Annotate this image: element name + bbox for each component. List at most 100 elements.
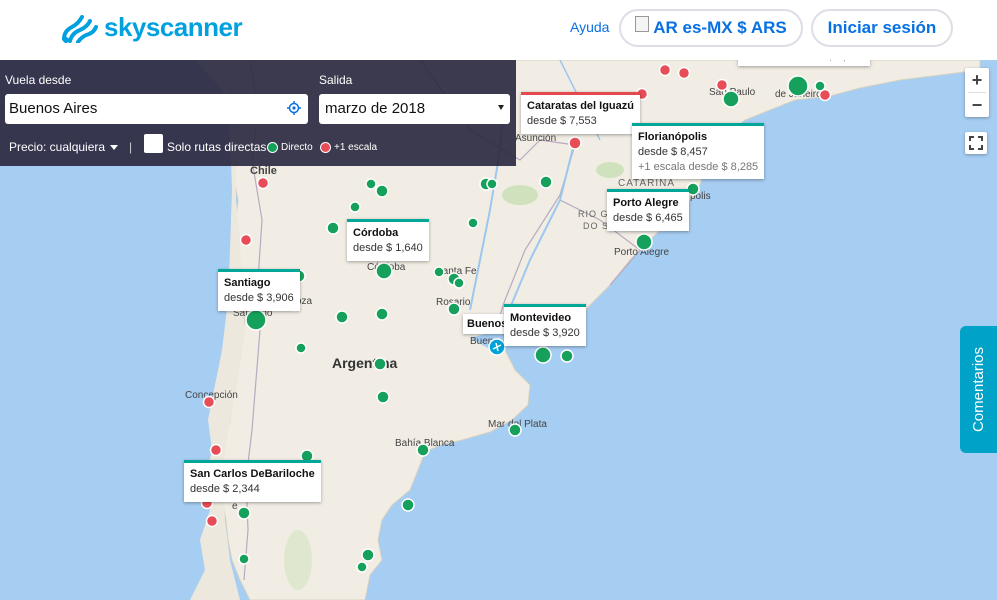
direct-marker bbox=[375, 262, 393, 280]
direct-marker bbox=[534, 346, 552, 364]
direct-marker bbox=[401, 498, 415, 512]
zoom-in-button[interactable]: + bbox=[965, 68, 989, 92]
direct-marker bbox=[560, 349, 574, 363]
stop-marker bbox=[715, 78, 729, 92]
direct-marker bbox=[508, 423, 522, 437]
plane-origin-icon bbox=[488, 338, 506, 356]
dropdown-caret-icon bbox=[498, 105, 504, 110]
legend-direct-dot bbox=[267, 142, 278, 153]
logo-text: skyscanner bbox=[104, 12, 243, 42]
popup-price: desde $ 1,640 bbox=[353, 242, 423, 254]
direct-marker bbox=[635, 233, 653, 251]
direct-marker bbox=[237, 506, 251, 520]
popup-city: Córdoba bbox=[353, 227, 399, 239]
popup-montevideo[interactable]: Montevideo desde $ 3,920 bbox=[504, 304, 586, 346]
popup-city: Florianópolis bbox=[638, 131, 708, 143]
from-value: Buenos Aires bbox=[9, 100, 98, 117]
date-label: Salida bbox=[319, 73, 353, 87]
map-label-chile: Chile bbox=[250, 165, 277, 177]
direct-marker bbox=[375, 307, 389, 321]
popup-porto-alegre[interactable]: Porto Alegre desde $ 6,465 bbox=[607, 189, 689, 231]
legend-stop-dot bbox=[320, 142, 331, 153]
direct-marker bbox=[539, 175, 553, 189]
map-label-catarina: CATARINA bbox=[618, 178, 675, 189]
popup-city: Cataratas del Iguazú bbox=[527, 100, 634, 112]
broken-image-icon bbox=[635, 16, 650, 32]
popup-bariloche[interactable]: San Carlos DeBariloche desde $ 2,344 bbox=[184, 460, 321, 502]
popup-sub: +1 escala desde $ 8,285 bbox=[638, 161, 759, 173]
direct-marker bbox=[361, 548, 375, 562]
popup-iguazu[interactable]: Cataratas del Iguazú desde $ 7,553 bbox=[521, 92, 640, 134]
filter-divider: | bbox=[129, 140, 133, 154]
popup-city: Santiago bbox=[224, 277, 271, 289]
feedback-label: Comentarios bbox=[970, 346, 988, 433]
popup-florianopolis[interactable]: Florianópolis desde $ 8,457 +1 escala de… bbox=[632, 123, 765, 179]
direct-marker bbox=[467, 217, 479, 229]
map-label-asuncion: Asunción bbox=[515, 133, 556, 144]
direct-only-label[interactable]: Solo rutas directas bbox=[167, 140, 266, 154]
direct-marker bbox=[814, 80, 826, 92]
direct-marker bbox=[326, 221, 340, 235]
direct-marker bbox=[787, 75, 809, 97]
locale-button[interactable]: AR es-MX $ ARS bbox=[619, 9, 803, 47]
from-input[interactable]: Buenos Aires bbox=[5, 94, 308, 124]
direct-marker bbox=[486, 178, 498, 190]
legend-stop-label: +1 escala bbox=[334, 142, 378, 153]
legend-direct-label: Directo bbox=[281, 142, 313, 153]
popup-city: Porto Alegre bbox=[613, 197, 679, 209]
stop-marker bbox=[677, 66, 691, 80]
direct-marker bbox=[349, 201, 361, 213]
zoom-out-button[interactable]: − bbox=[965, 93, 989, 117]
direct-marker bbox=[433, 266, 445, 278]
help-link[interactable]: Ayuda bbox=[570, 19, 609, 35]
direct-marker bbox=[722, 90, 740, 108]
login-button[interactable]: Iniciar sesión bbox=[811, 9, 953, 47]
stop-marker bbox=[209, 443, 223, 457]
target-location-icon[interactable] bbox=[287, 101, 301, 115]
popup-price: desde $ 2,344 bbox=[190, 483, 260, 495]
price-filter-label: Precio: cualquiera bbox=[9, 140, 106, 154]
price-filter[interactable]: Precio: cualquiera bbox=[9, 140, 119, 154]
direct-marker bbox=[373, 357, 387, 371]
popup-price: desde $ 6,465 bbox=[613, 212, 683, 224]
stop-marker bbox=[202, 395, 216, 409]
direct-marker bbox=[376, 390, 390, 404]
stop-marker bbox=[239, 233, 253, 247]
popup-price: desde $ 3,920 bbox=[510, 327, 580, 339]
feedback-tab[interactable]: Comentarios bbox=[960, 326, 997, 453]
direct-marker bbox=[453, 277, 465, 289]
date-value: marzo de 2018 bbox=[325, 100, 426, 117]
direct-only-checkbox[interactable] bbox=[144, 134, 163, 153]
popup-price: desde $ 8,457 bbox=[638, 146, 708, 158]
stop-marker bbox=[205, 514, 219, 528]
site-header: skyscanner Ayuda AR es-MX $ ARS Iniciar … bbox=[0, 0, 997, 60]
direct-marker bbox=[447, 302, 461, 316]
direct-marker bbox=[335, 310, 349, 324]
map-label-argentina: Argentina bbox=[332, 355, 398, 371]
popup-cordoba[interactable]: Córdoba desde $ 1,640 bbox=[347, 219, 429, 261]
direct-marker bbox=[686, 182, 700, 196]
zoom-control: + − bbox=[965, 68, 989, 117]
login-label: Iniciar sesión bbox=[827, 18, 937, 37]
stop-marker bbox=[658, 63, 672, 77]
direct-marker bbox=[245, 309, 267, 331]
direct-marker bbox=[375, 184, 389, 198]
fullscreen-button[interactable] bbox=[965, 132, 987, 154]
popup-city: Buenos bbox=[467, 318, 508, 330]
popup-price: desde $ 7,553 bbox=[527, 115, 597, 127]
map-label-bariloche: e bbox=[232, 501, 238, 512]
popup-city: San Carlos DeBariloche bbox=[190, 468, 315, 480]
popup-santiago[interactable]: Santiago desde $ 3,906 bbox=[218, 269, 300, 311]
skyscanner-logo-icon bbox=[62, 14, 98, 43]
direct-marker bbox=[238, 553, 250, 565]
direct-marker bbox=[356, 561, 368, 573]
locale-label: AR es-MX $ ARS bbox=[653, 18, 787, 37]
direct-marker bbox=[295, 342, 307, 354]
fullscreen-icon bbox=[969, 136, 983, 150]
skyscanner-logo[interactable]: skyscanner bbox=[60, 12, 243, 43]
popup-price: desde $ 3,906 bbox=[224, 292, 294, 304]
popup-city: Montevideo bbox=[510, 312, 572, 324]
direct-marker bbox=[416, 443, 430, 457]
date-select[interactable]: marzo de 2018 bbox=[319, 94, 510, 124]
direct-marker bbox=[365, 178, 377, 190]
